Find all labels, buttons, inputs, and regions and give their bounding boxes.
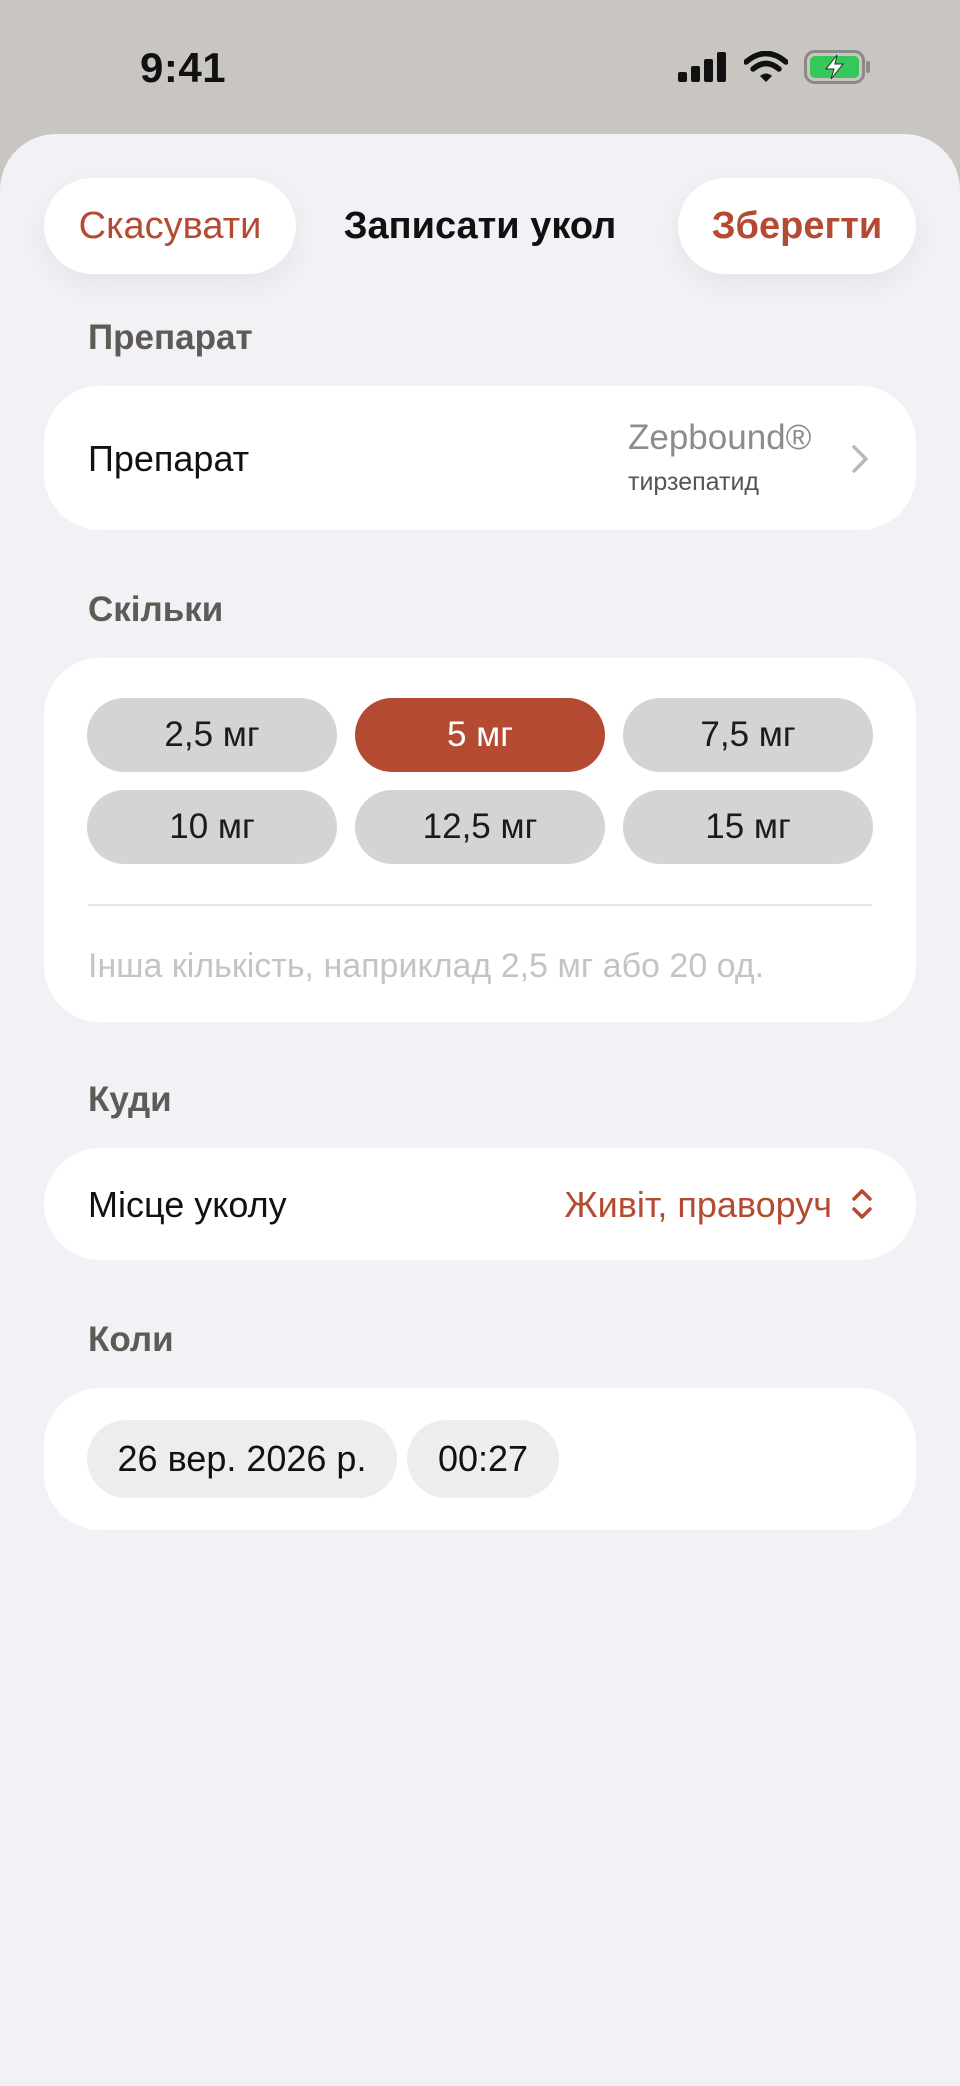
dose-option-5mg[interactable]: 5 мг bbox=[355, 698, 605, 772]
log-injection-sheet: Скасувати Записати укол Зберегти Препара… bbox=[0, 134, 960, 2086]
status-icons bbox=[678, 50, 872, 84]
save-button[interactable]: Зберегти bbox=[678, 178, 916, 274]
divider bbox=[88, 904, 872, 906]
dose-option-15mg[interactable]: 15 мг bbox=[623, 790, 873, 864]
dose-section-label: Скільки bbox=[88, 590, 224, 629]
status-time: 9:41 bbox=[140, 44, 227, 91]
medication-name: Zepbound® bbox=[628, 418, 812, 457]
cancel-button[interactable]: Скасувати bbox=[44, 178, 296, 274]
dose-option-12-5mg[interactable]: 12,5 мг bbox=[355, 790, 605, 864]
when-card: 26 вер. 2026 р. 00:27 bbox=[44, 1388, 916, 1530]
injection-site-label: Місце уколу bbox=[88, 1184, 287, 1225]
status-bar: 9:41 bbox=[0, 0, 960, 135]
injection-site-value: Живіт, праворуч bbox=[564, 1184, 832, 1225]
date-picker[interactable]: 26 вер. 2026 р. bbox=[87, 1420, 397, 1498]
dose-option-7-5mg[interactable]: 7,5 мг bbox=[623, 698, 873, 772]
chevron-right-icon bbox=[852, 445, 868, 473]
medication-row[interactable]: Препарат Zepbound® тирзепатид bbox=[44, 386, 916, 530]
chevron-up-down-icon bbox=[852, 1189, 872, 1219]
wifi-icon bbox=[744, 51, 788, 82]
custom-dose-input[interactable] bbox=[88, 936, 878, 996]
dose-card: 2,5 мг 5 мг 7,5 мг 10 мг 12,5 мг 15 мг bbox=[44, 658, 916, 1022]
battery-charging-icon bbox=[804, 50, 870, 84]
site-section-label: Куди bbox=[88, 1080, 172, 1119]
cellular-signal-icon bbox=[678, 52, 726, 82]
dose-options: 2,5 мг 5 мг 7,5 мг 10 мг 12,5 мг 15 мг bbox=[87, 698, 873, 864]
medication-generic-name: тирзепатид bbox=[628, 468, 760, 496]
when-section-label: Коли bbox=[88, 1320, 174, 1359]
sheet-title: Записати укол bbox=[343, 205, 617, 247]
injection-site-row[interactable]: Місце уколу Живіт, праворуч bbox=[44, 1148, 916, 1260]
medication-section-label: Препарат bbox=[88, 318, 253, 357]
dose-option-10mg[interactable]: 10 мг bbox=[87, 790, 337, 864]
medication-row-label: Препарат bbox=[88, 438, 250, 479]
dose-option-2-5mg[interactable]: 2,5 мг bbox=[87, 698, 337, 772]
time-picker[interactable]: 00:27 bbox=[407, 1420, 559, 1498]
